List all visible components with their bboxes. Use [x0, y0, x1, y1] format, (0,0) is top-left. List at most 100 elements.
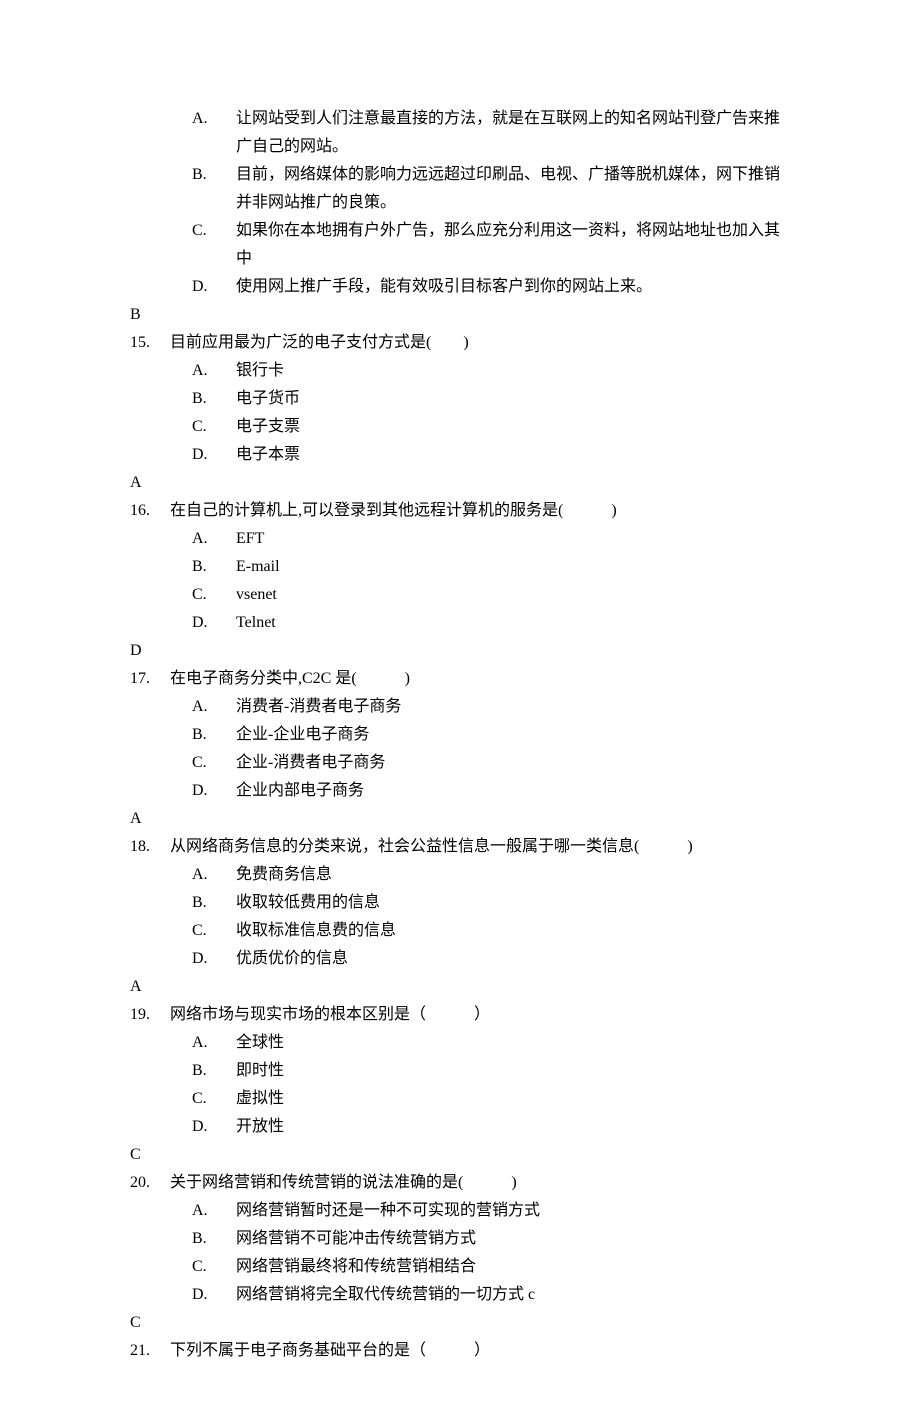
question-row: 20. 关于网络营销和传统营销的说法准确的是( ) — [130, 1169, 790, 1197]
document-page: A. 让网站受到人们注意最直接的方法，就是在互联网上的知名网站刊登广告来推广自己… — [0, 0, 920, 1425]
option-text: vsenet — [236, 581, 790, 609]
option-text: 消费者-消费者电子商务 — [236, 693, 790, 721]
option-label: C. — [192, 749, 236, 777]
option-label: D. — [192, 441, 236, 469]
option-text: 企业-消费者电子商务 — [236, 749, 790, 777]
option-label: A. — [192, 861, 236, 889]
option-text: E-mail — [236, 553, 790, 581]
option-text: 网络营销最终将和传统营销相结合 — [236, 1253, 790, 1281]
option-text: 如果你在本地拥有户外广告，那么应充分利用这一资料，将网站地址也加入其中 — [236, 217, 790, 273]
option-text: 网络营销暂时还是一种不可实现的营销方式 — [236, 1197, 790, 1225]
question-text: 在自己的计算机上,可以登录到其他远程计算机的服务是( ) — [170, 497, 790, 525]
option-row: D. 开放性 — [130, 1113, 790, 1141]
question-number: 17. — [130, 665, 170, 693]
option-text: 银行卡 — [236, 357, 790, 385]
option-label: B. — [192, 721, 236, 749]
option-row: A. 消费者-消费者电子商务 — [130, 693, 790, 721]
option-text: 收取较低费用的信息 — [236, 889, 790, 917]
option-label: A. — [192, 525, 236, 553]
option-row: B. 即时性 — [130, 1057, 790, 1085]
question-number: 20. — [130, 1169, 170, 1197]
answer-line: D — [130, 637, 790, 665]
question-number: 18. — [130, 833, 170, 861]
question-text: 网络市场与现实市场的根本区别是（ ） — [170, 1001, 790, 1029]
option-row: A. 网络营销暂时还是一种不可实现的营销方式 — [130, 1197, 790, 1225]
question-text: 目前应用最为广泛的电子支付方式是( ) — [170, 329, 790, 357]
option-row: B. 收取较低费用的信息 — [130, 889, 790, 917]
option-row: D. 优质优价的信息 — [130, 945, 790, 973]
option-label: B. — [192, 161, 236, 189]
question-number: 16. — [130, 497, 170, 525]
option-row: D. 电子本票 — [130, 441, 790, 469]
question-text: 下列不属于电子商务基础平台的是（ ） — [170, 1337, 790, 1365]
option-label: B. — [192, 1225, 236, 1253]
option-label: B. — [192, 1057, 236, 1085]
option-row: B. 企业-企业电子商务 — [130, 721, 790, 749]
question-number: 15. — [130, 329, 170, 357]
option-text: 企业内部电子商务 — [236, 777, 790, 805]
option-label: C. — [192, 413, 236, 441]
answer-line: A — [130, 805, 790, 833]
option-label: C. — [192, 581, 236, 609]
option-text: 电子支票 — [236, 413, 790, 441]
option-label: D. — [192, 777, 236, 805]
option-text: Telnet — [236, 609, 790, 637]
option-label: D. — [192, 609, 236, 637]
option-label: B. — [192, 553, 236, 581]
question-row: 16. 在自己的计算机上,可以登录到其他远程计算机的服务是( ) — [130, 497, 790, 525]
option-label: A. — [192, 1029, 236, 1057]
option-text: 虚拟性 — [236, 1085, 790, 1113]
option-text: 即时性 — [236, 1057, 790, 1085]
option-label: A. — [192, 105, 236, 133]
answer-line: A — [130, 469, 790, 497]
option-row: A. 让网站受到人们注意最直接的方法，就是在互联网上的知名网站刊登广告来推广自己… — [130, 105, 790, 161]
option-text: 让网站受到人们注意最直接的方法，就是在互联网上的知名网站刊登广告来推广自己的网站… — [236, 105, 790, 161]
answer-line: C — [130, 1309, 790, 1337]
option-text: 企业-企业电子商务 — [236, 721, 790, 749]
option-text: 免费商务信息 — [236, 861, 790, 889]
question-row: 21. 下列不属于电子商务基础平台的是（ ） — [130, 1337, 790, 1365]
option-label: D. — [192, 1113, 236, 1141]
option-row: A. EFT — [130, 525, 790, 553]
option-row: A. 免费商务信息 — [130, 861, 790, 889]
option-text: 网络营销将完全取代传统营销的一切方式 c — [236, 1281, 790, 1309]
question-text: 关于网络营销和传统营销的说法准确的是( ) — [170, 1169, 790, 1197]
option-row: D. 企业内部电子商务 — [130, 777, 790, 805]
question-number: 19. — [130, 1001, 170, 1029]
option-row: C. 虚拟性 — [130, 1085, 790, 1113]
option-label: B. — [192, 889, 236, 917]
option-text: 目前，网络媒体的影响力远远超过印刷品、电视、广播等脱机媒体，网下推销并非网站推广… — [236, 161, 790, 217]
option-text: 收取标准信息费的信息 — [236, 917, 790, 945]
option-text: 使用网上推广手段，能有效吸引目标客户到你的网站上来。 — [236, 273, 790, 301]
option-row: C. 企业-消费者电子商务 — [130, 749, 790, 777]
option-label: C. — [192, 217, 236, 245]
answer-line: B — [130, 301, 790, 329]
option-label: C. — [192, 1085, 236, 1113]
option-text: 网络营销不可能冲击传统营销方式 — [236, 1225, 790, 1253]
option-label: C. — [192, 1253, 236, 1281]
question-row: 18. 从网络商务信息的分类来说，社会公益性信息一般属于哪一类信息( ) — [130, 833, 790, 861]
option-row: A. 银行卡 — [130, 357, 790, 385]
option-text: 电子本票 — [236, 441, 790, 469]
option-row: C. vsenet — [130, 581, 790, 609]
answer-line: C — [130, 1141, 790, 1169]
option-label: A. — [192, 1197, 236, 1225]
answer-line: A — [130, 973, 790, 1001]
option-row: C. 电子支票 — [130, 413, 790, 441]
option-label: A. — [192, 693, 236, 721]
option-row: D. Telnet — [130, 609, 790, 637]
option-label: C. — [192, 917, 236, 945]
question-row: 17. 在电子商务分类中,C2C 是( ) — [130, 665, 790, 693]
option-label: D. — [192, 273, 236, 301]
option-text: 优质优价的信息 — [236, 945, 790, 973]
option-row: C. 网络营销最终将和传统营销相结合 — [130, 1253, 790, 1281]
option-row: C. 收取标准信息费的信息 — [130, 917, 790, 945]
option-row: B. 网络营销不可能冲击传统营销方式 — [130, 1225, 790, 1253]
option-row: D. 网络营销将完全取代传统营销的一切方式 c — [130, 1281, 790, 1309]
option-text: EFT — [236, 525, 790, 553]
option-label: D. — [192, 1281, 236, 1309]
option-row: D. 使用网上推广手段，能有效吸引目标客户到你的网站上来。 — [130, 273, 790, 301]
question-number: 21. — [130, 1337, 170, 1365]
option-label: A. — [192, 357, 236, 385]
option-text: 全球性 — [236, 1029, 790, 1057]
